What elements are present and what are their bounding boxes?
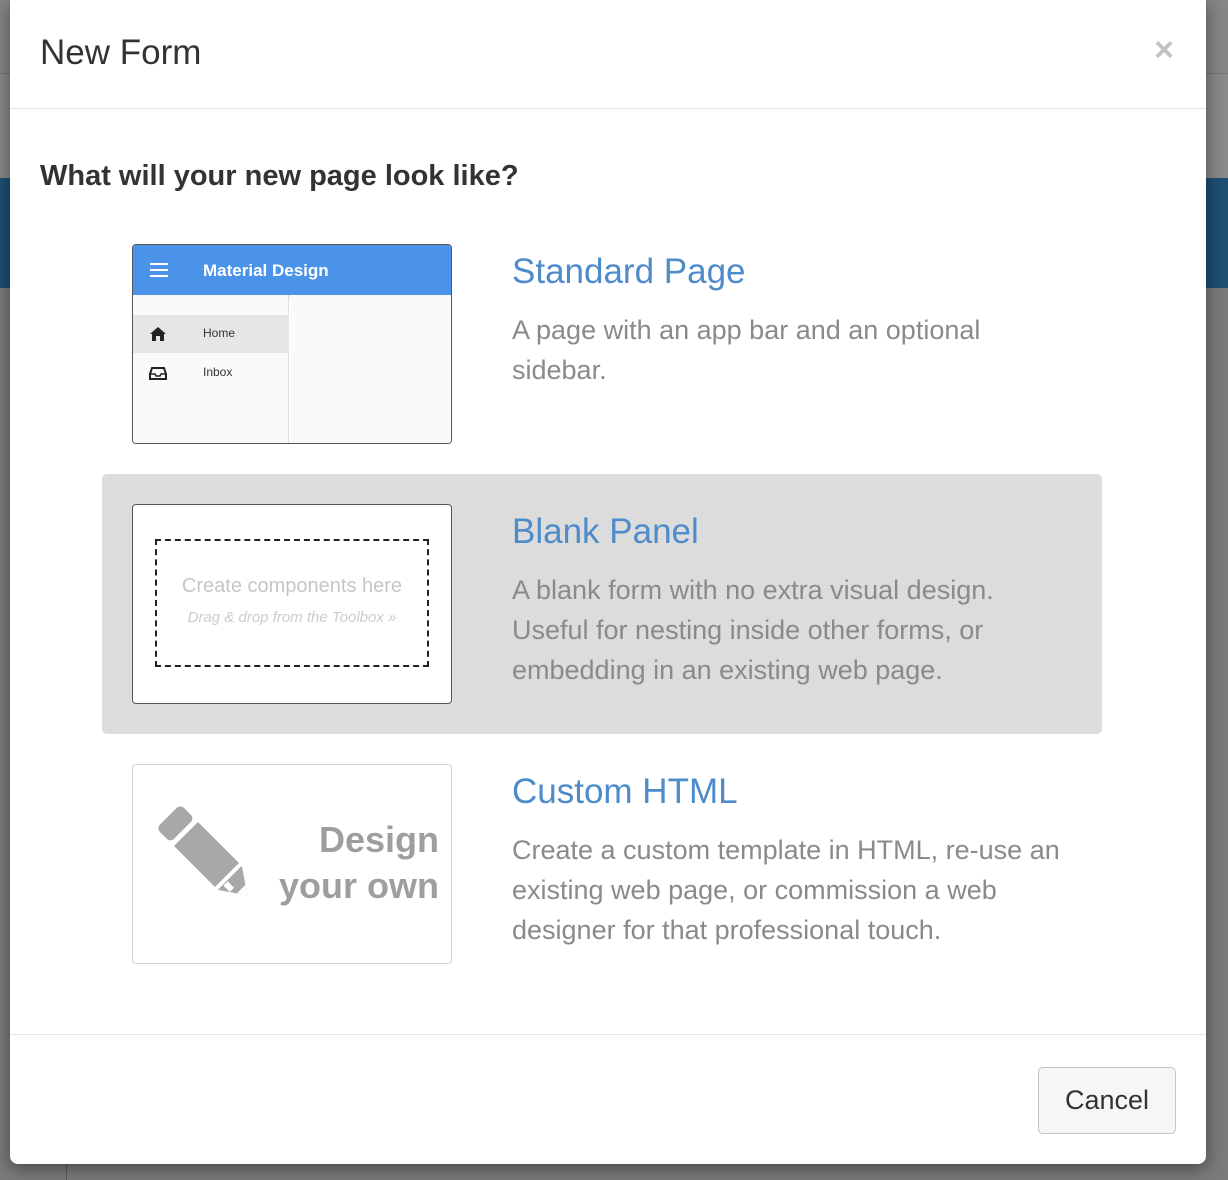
thumbnail-app-bar-title: Material Design: [203, 261, 329, 280]
dropzone-placeholder: Create components here Drag & drop from …: [155, 539, 429, 667]
option-custom-html[interactable]: Design your own Custom HTML Create a cus…: [102, 734, 1102, 994]
new-form-dialog: New Form × What will your new page look …: [10, 0, 1206, 1164]
dialog-header: New Form ×: [10, 0, 1206, 109]
option-title: Standard Page: [512, 252, 746, 291]
standard-page-thumbnail: Material Design Home Inbox: [132, 244, 452, 444]
pencil-icon: [158, 806, 248, 896]
thumbnail-sidebar-item-inbox: Inbox: [133, 354, 289, 392]
design-your-own-text: Design your own: [279, 819, 439, 906]
thumbnail-sidebar-label: Inbox: [203, 365, 233, 379]
thumbnail-sidebar-item-home: Home: [133, 315, 289, 353]
option-description: Create a custom template in HTML, re-use…: [512, 835, 1060, 945]
custom-html-thumbnail: Design your own: [132, 764, 452, 964]
thumbnail-content-area: [290, 295, 451, 443]
inbox-icon: [149, 367, 167, 380]
thumbnail-sidebar: Home Inbox: [133, 295, 289, 443]
blank-panel-thumbnail: Create components here Drag & drop from …: [132, 504, 452, 704]
dropzone-hint: Drag & drop from the Toolbox »: [187, 609, 397, 626]
dialog-title: New Form: [40, 33, 202, 72]
option-standard-page[interactable]: Material Design Home Inbox Standard Page…: [102, 214, 1102, 474]
close-button[interactable]: ×: [1148, 30, 1180, 70]
option-title: Custom HTML: [512, 772, 738, 811]
home-icon: [150, 327, 166, 341]
thumbnail-app-bar: Material Design: [133, 245, 451, 295]
page-layout-question: What will your new page look like?: [40, 160, 519, 192]
thumbnail-sidebar-label: Home: [203, 326, 236, 340]
option-title: Blank Panel: [512, 512, 699, 551]
cancel-button[interactable]: Cancel: [1038, 1067, 1176, 1134]
option-blank-panel[interactable]: Create components here Drag & drop from …: [102, 474, 1102, 734]
hamburger-menu-icon: [150, 263, 168, 281]
option-description: A blank form with no extra visual design…: [512, 575, 994, 685]
dropzone-title: Create components here: [181, 575, 403, 597]
dialog-footer: Cancel: [10, 1034, 1206, 1164]
option-description: A page with an app bar and an optional s…: [512, 315, 981, 385]
